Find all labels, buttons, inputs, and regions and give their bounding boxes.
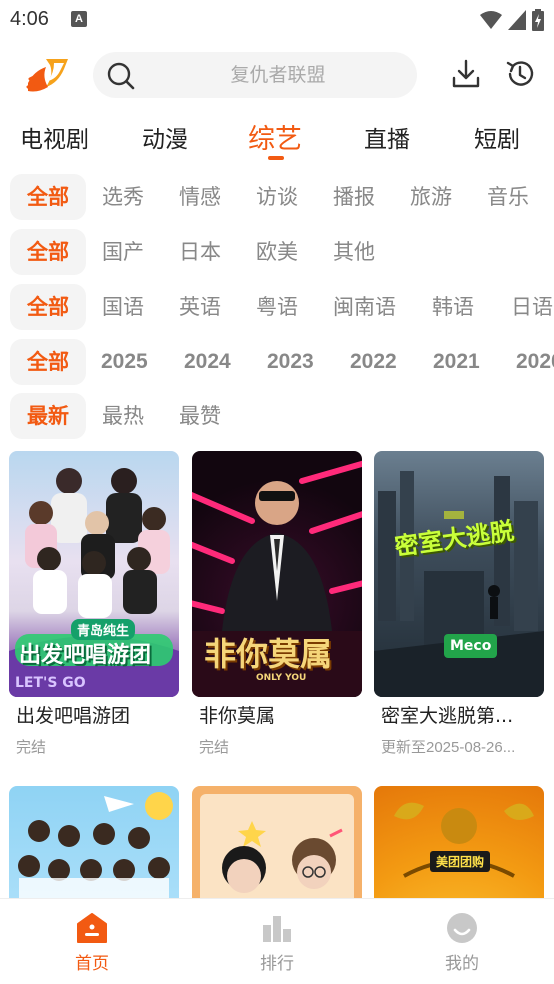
filter-chip[interactable]: 选秀 bbox=[102, 174, 144, 220]
tab-short-drama[interactable]: 短剧 bbox=[474, 120, 520, 154]
filter-chip[interactable]: 最新 bbox=[10, 393, 86, 439]
poster-badge: 美团团购 bbox=[430, 851, 491, 872]
nav-profile-label: 我的 bbox=[445, 954, 479, 974]
filter-chip[interactable]: 粤语 bbox=[256, 284, 298, 330]
search-icon bbox=[107, 62, 135, 90]
notification-icon: A bbox=[71, 11, 87, 27]
filter-chip[interactable]: 情感 bbox=[179, 174, 221, 220]
nav-ranking-label: 排行 bbox=[260, 954, 294, 974]
filter-chip[interactable]: 闽南语 bbox=[333, 284, 396, 330]
show-poster: 青岛纯生 出发吧唱游团 LET'S GO bbox=[9, 451, 179, 697]
filter-row-type: 全部 选秀 情感 访谈 播报 旅游 音乐 bbox=[0, 174, 554, 222]
history-icon[interactable] bbox=[504, 58, 536, 90]
filter-chip[interactable]: 最热 bbox=[102, 393, 144, 439]
search-header bbox=[0, 44, 554, 110]
filter-chip[interactable]: 欧美 bbox=[256, 229, 298, 275]
filter-chip[interactable]: 其他 bbox=[333, 229, 375, 275]
nav-home-label: 首页 bbox=[75, 954, 109, 974]
show-title: 密室大逃脱第... bbox=[381, 705, 514, 727]
show-title: 出发吧唱游团 bbox=[16, 705, 131, 727]
filter-chip[interactable]: 英语 bbox=[179, 284, 221, 330]
active-tab-indicator bbox=[268, 156, 284, 160]
profile-icon bbox=[447, 913, 477, 943]
filter-chip[interactable]: 全部 bbox=[10, 284, 86, 330]
show-poster: 密室大逃脱 Meco bbox=[374, 451, 544, 697]
download-icon[interactable] bbox=[450, 58, 482, 90]
show-title: 非你莫属 bbox=[199, 705, 276, 727]
poster-badge: Meco bbox=[444, 634, 498, 658]
filter-chip[interactable]: 全部 bbox=[10, 229, 86, 275]
nav-home[interactable]: 首页 bbox=[42, 911, 142, 974]
ranking-icon bbox=[263, 916, 291, 942]
filter-chip[interactable]: 日语 bbox=[511, 284, 553, 330]
filter-chip[interactable]: 音乐 bbox=[487, 174, 529, 220]
filter-chip[interactable]: 2020 bbox=[516, 339, 554, 385]
filter-chip[interactable]: 最赞 bbox=[179, 393, 221, 439]
filter-row-year: 全部 2025 2024 2023 2022 2021 2020 bbox=[0, 339, 554, 387]
filter-chip[interactable]: 2022 bbox=[350, 339, 397, 385]
filter-row-region: 全部 国产 日本 欧美 其他 bbox=[0, 229, 554, 277]
filter-chip[interactable]: 旅游 bbox=[410, 174, 452, 220]
poster-tagline: ONLY YOU bbox=[256, 673, 307, 683]
poster-title: 非你莫属 bbox=[204, 635, 333, 673]
tab-live[interactable]: 直播 bbox=[364, 120, 410, 154]
bottom-nav: 首页 排行 我的 bbox=[0, 898, 554, 984]
filter-chip[interactable]: 全部 bbox=[10, 339, 86, 385]
tab-variety[interactable]: 综艺 bbox=[248, 117, 302, 156]
status-icons bbox=[480, 9, 544, 31]
status-bar: 4:06 A bbox=[0, 0, 554, 40]
tab-tv-series[interactable]: 电视剧 bbox=[20, 120, 89, 154]
signal-icon bbox=[508, 10, 526, 30]
filter-chip[interactable]: 2024 bbox=[184, 339, 231, 385]
search-bar[interactable] bbox=[93, 52, 417, 98]
show-status: 更新至2025-08-26... bbox=[381, 739, 516, 756]
poster-title: 出发吧唱游团 bbox=[19, 643, 152, 668]
filter-chip[interactable]: 2023 bbox=[267, 339, 314, 385]
poster-tagline: LET'S GO bbox=[15, 675, 86, 691]
show-status: 完结 bbox=[16, 739, 47, 756]
nav-ranking[interactable]: 排行 bbox=[227, 911, 327, 974]
filter-chip[interactable]: 国语 bbox=[102, 284, 144, 330]
category-tabs: 电视剧 动漫 综艺 直播 短剧 bbox=[0, 114, 554, 164]
filter-row-language: 全部 国语 英语 粤语 闽南语 韩语 日语 bbox=[0, 284, 554, 332]
app-logo[interactable] bbox=[24, 53, 72, 99]
filter-chip[interactable]: 日本 bbox=[179, 229, 221, 275]
home-icon bbox=[77, 913, 107, 943]
nav-profile[interactable]: 我的 bbox=[412, 911, 512, 974]
poster-art bbox=[374, 471, 544, 697]
filter-chip[interactable]: 播报 bbox=[333, 174, 375, 220]
search-input[interactable] bbox=[153, 52, 403, 98]
filter-chip[interactable]: 2025 bbox=[101, 339, 148, 385]
tab-anime[interactable]: 动漫 bbox=[142, 120, 188, 154]
show-status: 完结 bbox=[199, 739, 230, 756]
battery-icon bbox=[532, 9, 544, 31]
show-poster: 非你莫属 ONLY YOU bbox=[192, 451, 362, 697]
filter-chip[interactable]: 2021 bbox=[433, 339, 480, 385]
filter-chip[interactable]: 韩语 bbox=[432, 284, 474, 330]
wifi-icon bbox=[480, 11, 502, 29]
filter-chip[interactable]: 全部 bbox=[10, 174, 86, 220]
status-time: 4:06 bbox=[10, 8, 49, 30]
filter-chip[interactable]: 访谈 bbox=[256, 174, 298, 220]
filter-chip[interactable]: 国产 bbox=[102, 229, 144, 275]
filter-row-sort: 最新 最热 最赞 bbox=[0, 393, 554, 441]
